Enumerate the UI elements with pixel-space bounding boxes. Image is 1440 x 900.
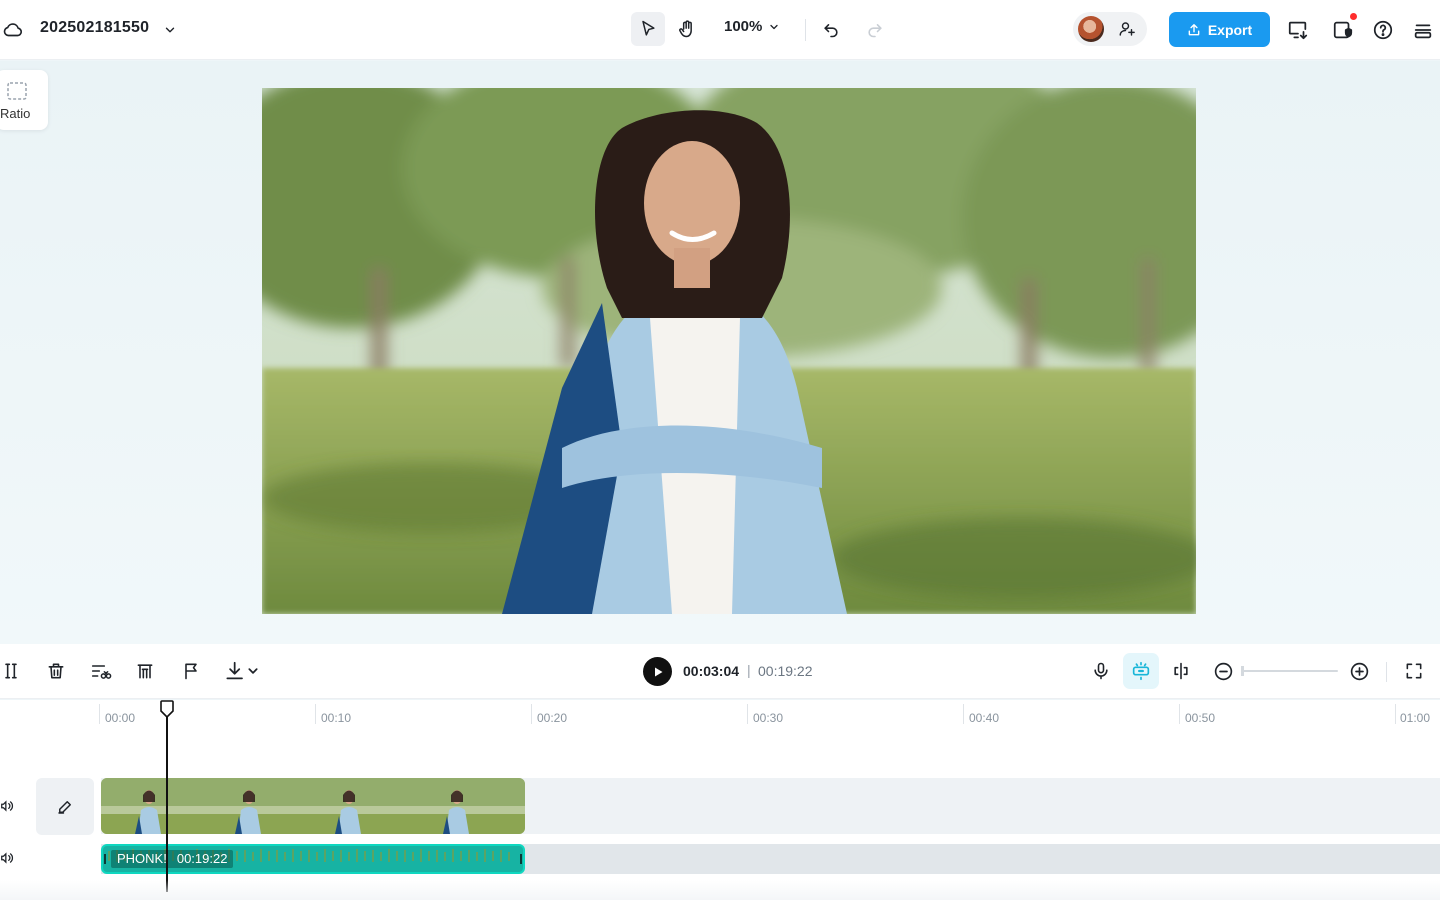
ruler-label: 00:30	[753, 711, 784, 725]
redo-icon[interactable]	[858, 12, 892, 46]
chevron-down-icon[interactable]	[160, 20, 180, 40]
ratio-label: Ratio	[0, 106, 31, 121]
ai-enhance-icon	[1130, 660, 1152, 682]
clip-trim-handle-left[interactable]	[104, 854, 106, 864]
edit-cover-button[interactable]	[36, 778, 94, 835]
time-separator: |	[747, 662, 751, 678]
ruler-tick	[747, 704, 748, 724]
avatar[interactable]	[1078, 16, 1104, 42]
track-audio-icon[interactable]	[0, 799, 14, 813]
current-time: 00:03:04	[683, 663, 740, 679]
ruler-label: 00:10	[321, 711, 352, 725]
layers-menu-icon[interactable]	[1411, 18, 1435, 42]
undo-icon[interactable]	[814, 12, 848, 46]
play-icon[interactable]	[643, 657, 672, 686]
device-shield-icon[interactable]	[1331, 18, 1355, 42]
marker-flag-icon[interactable]	[179, 659, 203, 683]
ruler-label: 00:40	[969, 711, 1000, 725]
help-icon[interactable]	[1371, 18, 1395, 42]
ruler-tick	[315, 704, 316, 724]
audio-clip-name: PHONK!	[117, 851, 167, 866]
timeline-zoom-handle[interactable]	[1241, 666, 1244, 676]
select-pointer-icon[interactable]	[631, 12, 665, 46]
clip-thumbnail	[101, 778, 201, 834]
screen-download-icon[interactable]	[1286, 18, 1310, 42]
zoom-dropdown[interactable]: 100%	[724, 18, 780, 35]
zoom-in-icon[interactable]	[1347, 659, 1371, 683]
add-collaborator-icon[interactable]	[1117, 19, 1137, 39]
ai-enhance-button[interactable]	[1123, 653, 1159, 689]
clip-thumbnail	[401, 778, 525, 834]
track-audio-icon[interactable]	[0, 851, 14, 865]
microphone-icon[interactable]	[1089, 659, 1113, 683]
export-button[interactable]: Export	[1169, 12, 1270, 47]
fullscreen-icon[interactable]	[1402, 659, 1426, 683]
ruler-tick	[99, 704, 100, 724]
ruler-label: 00:20	[537, 711, 568, 725]
audio-clip[interactable]: PHONK! 00:19:22	[101, 844, 525, 874]
ruler-label: 00:00	[105, 711, 136, 725]
notification-dot	[1350, 13, 1357, 20]
divider	[1386, 662, 1387, 682]
ruler-tick	[1395, 704, 1396, 724]
video-clip[interactable]	[101, 778, 525, 834]
chevron-down-icon	[768, 21, 780, 33]
clip-trim-handle-right[interactable]	[520, 854, 522, 864]
total-duration: 00:19:22	[758, 663, 813, 679]
ruler-tick	[531, 704, 532, 724]
clip-thumbnail	[301, 778, 401, 834]
clip-thumbnail	[201, 778, 301, 834]
ruler-tick	[1179, 704, 1180, 724]
playhead[interactable]	[166, 716, 168, 892]
ratio-icon	[5, 80, 29, 102]
audio-clip-duration: 00:19:22	[176, 851, 228, 866]
trim-icon[interactable]	[89, 659, 113, 683]
zoom-out-icon[interactable]	[1211, 659, 1235, 683]
cloud-icon[interactable]	[2, 19, 24, 41]
project-title[interactable]: 202502181550	[40, 19, 149, 37]
zoom-level: 100%	[724, 18, 763, 35]
split-screen-icon[interactable]	[1169, 659, 1193, 683]
timeline-bottom-edge	[0, 880, 1440, 900]
collaborators[interactable]	[1073, 12, 1147, 46]
upload-icon	[1187, 23, 1201, 37]
video-preview[interactable]	[262, 88, 1196, 614]
ruler-label: 01:00	[1400, 711, 1431, 725]
split-icon[interactable]	[0, 659, 22, 683]
ratio-button[interactable]: Ratio	[0, 70, 48, 130]
ruler-tick	[963, 704, 964, 724]
timeline-zoom-slider[interactable]	[1242, 670, 1338, 672]
divider	[805, 19, 806, 41]
top-bar: 202502181550 100% Export	[0, 0, 1440, 60]
delete-icon[interactable]	[44, 659, 68, 683]
playhead-handle[interactable]	[160, 700, 174, 718]
hand-icon[interactable]	[670, 12, 704, 46]
pencil-icon	[55, 797, 75, 817]
audio-clip-label: PHONK! 00:19:22	[111, 850, 234, 868]
freeze-frame-icon[interactable]	[133, 659, 157, 683]
ruler-label: 00:50	[1185, 711, 1216, 725]
download-icon[interactable]	[222, 659, 262, 683]
export-label: Export	[1207, 21, 1253, 38]
